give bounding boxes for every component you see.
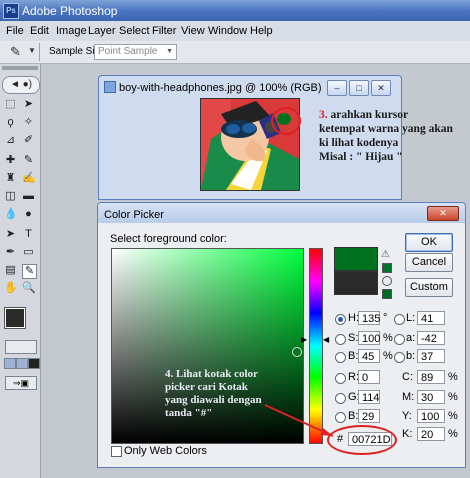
annotation-line: 4. Lihat kotak color [165,368,258,380]
annotation-line: tanda "#" [165,407,213,419]
annotation-step-4: 4. Lihat kotak color picker cari Kotak y… [165,368,285,420]
annotation-line: picker cari Kotak [165,381,248,393]
annotation-line: yang diawali dengan [165,394,262,406]
